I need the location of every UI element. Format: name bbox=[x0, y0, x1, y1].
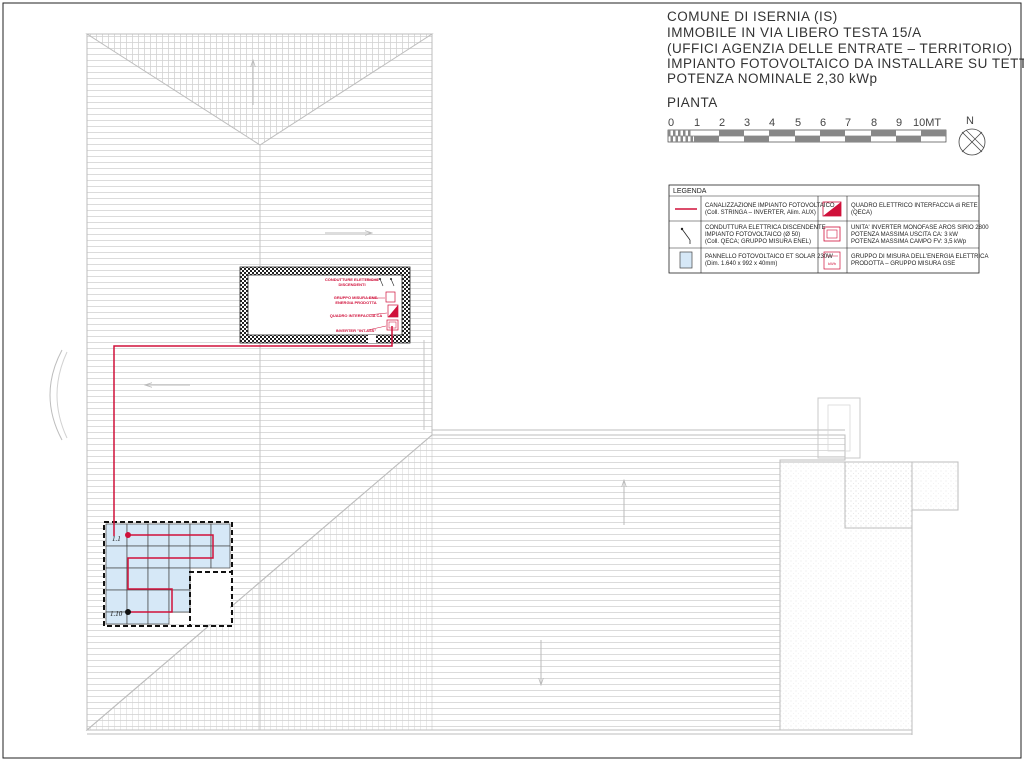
pv-panel bbox=[126, 545, 149, 569]
scale-bar: 0 1 2 3 4 5 6 7 8 9 10MT bbox=[667, 117, 947, 143]
inverter-label: INVERTER "INT.ASS" bbox=[336, 328, 377, 333]
pv-panel bbox=[126, 567, 149, 591]
scale-tick-6: 6 bbox=[820, 117, 826, 129]
scale-tick-7: 7 bbox=[845, 117, 851, 129]
legend-pv-panel-icon bbox=[679, 251, 693, 269]
pv-panel bbox=[168, 567, 191, 591]
legend-inverter-icon bbox=[823, 226, 841, 242]
plan-label: PIANTA bbox=[667, 95, 718, 110]
interface-label: QUADRO INTERFACCIA CA bbox=[330, 313, 383, 318]
title-block: COMUNE DI ISERNIA (IS) IMMOBILE IN VIA L… bbox=[667, 9, 1024, 110]
pv-panel bbox=[210, 523, 231, 547]
string-end-node bbox=[125, 609, 131, 615]
pv-panel bbox=[189, 545, 212, 569]
scale-tick-3: 3 bbox=[744, 117, 750, 129]
pv-panel bbox=[105, 545, 128, 569]
title-line-3: (UFFICI AGENZIA DELLE ENTRATE – TERRITOR… bbox=[667, 41, 1013, 56]
title-line-2: IMMOBILE IN VIA LIBERO TESTA 15/A bbox=[667, 25, 922, 40]
legend-row3-left-1: PANNELLO FOTOVOLTAICO ET SOLAR 230W bbox=[705, 254, 833, 260]
legend-row2-left-1: CONDUTTURA ELETTRICA DISCENDENTE bbox=[705, 225, 826, 231]
pv-panel bbox=[168, 545, 191, 569]
scale-tick-5: 5 bbox=[795, 117, 801, 129]
conduit-label-2: DISCENDENTI bbox=[338, 282, 365, 287]
legend: LEGENDA kWh CANALIZZAZIONE IMPIANTO FOTO… bbox=[668, 184, 989, 274]
legend-row1-right-1: QUADRO ELETTRICO INTERFACCIA di RETE bbox=[851, 203, 978, 209]
legend-row1-left-1: CANALIZZAZIONE IMPIANTO FOTOVOLTAICO bbox=[705, 203, 835, 209]
panel-end-label: 1.10 bbox=[110, 610, 123, 618]
scale-tick-10: 10MT bbox=[913, 117, 941, 129]
legend-title: LEGENDA bbox=[673, 188, 707, 195]
meter-box bbox=[385, 291, 396, 303]
north-label: N bbox=[966, 115, 974, 127]
legend-row1-right-2: (QECA) bbox=[851, 210, 872, 216]
pv-panel bbox=[147, 611, 170, 625]
legend-row1-left-2: (Coll. STRINGA – INVERTER, Alim. AUX) bbox=[705, 210, 816, 216]
scale-tick-9: 9 bbox=[896, 117, 902, 129]
roof-plan-drawing: CONDUTTURE ELETTRICHE DISCENDENTI GRUPPO… bbox=[2, 2, 1024, 759]
title-line-4: IMPIANTO FOTOVOLTAICO DA INSTALLARE SU T… bbox=[667, 56, 1024, 71]
north-arrow-icon: N bbox=[958, 115, 986, 156]
pv-panel bbox=[210, 545, 231, 569]
title-line-5: POTENZA NOMINALE 2,30 kWp bbox=[667, 71, 878, 86]
scale-tick-8: 8 bbox=[871, 117, 877, 129]
legend-row3-right-1: GRUPPO DI MISURA DELL'ENERGIA ELETTRICA bbox=[851, 254, 989, 260]
legend-row2-right-1: UNITA' INVERTER MONOFASE AROS SIRIO 2800 bbox=[851, 225, 989, 231]
scale-tick-4: 4 bbox=[769, 117, 775, 129]
legend-row2-left-2: IMPIANTO FOTOVOLTAICO (Ø 50) bbox=[705, 232, 800, 238]
panel-start-label: 1.1 bbox=[112, 535, 121, 543]
title-line-1: COMUNE DI ISERNIA (IS) bbox=[667, 9, 838, 24]
scale-tick-2: 2 bbox=[719, 117, 725, 129]
legend-row3-left-2: (Dim. 1.640 x 992 x 40mm) bbox=[705, 261, 777, 267]
legend-row2-left-3: (Coll. QECA; GRUPPO MISURA ENEL) bbox=[705, 239, 811, 245]
legend-row2-right-3: POTENZA MASSIMA CAMPO FV: 3,5 kWp bbox=[851, 239, 967, 245]
scale-tick-0: 0 bbox=[668, 117, 674, 129]
legend-row3-right-2: PRODOTTA – GRUPPO MISURA GSE bbox=[851, 261, 955, 267]
pv-panel bbox=[126, 589, 149, 613]
legend-row2-right-2: POTENZA MASSIMA USCITA CA: 3 kW bbox=[851, 232, 958, 238]
pv-panel bbox=[105, 567, 128, 591]
svg-text:kWh: kWh bbox=[828, 261, 836, 266]
pv-panel bbox=[147, 567, 170, 591]
scale-tick-1: 1 bbox=[694, 117, 700, 129]
pv-panel bbox=[105, 589, 128, 613]
pv-panel bbox=[147, 545, 170, 569]
string-start-node bbox=[125, 532, 131, 538]
pv-panel bbox=[147, 589, 170, 613]
meter-label-2: ENERGIA PRODOTTA bbox=[335, 300, 376, 305]
